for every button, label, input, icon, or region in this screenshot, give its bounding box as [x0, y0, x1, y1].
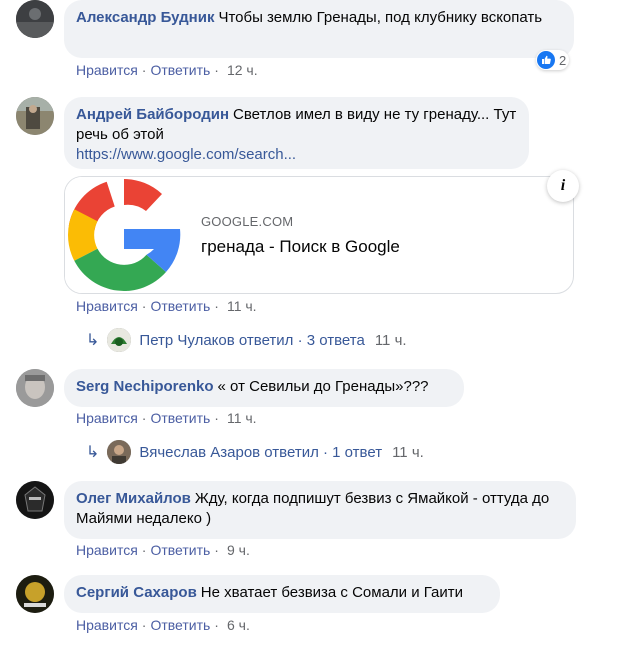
replies-time: 11 ч.	[392, 443, 424, 461]
comment-author[interactable]: Serg Nechiporenko	[76, 378, 214, 395]
separator: ·	[141, 298, 147, 314]
separator: ·	[141, 62, 147, 78]
separator: ·	[214, 298, 219, 314]
comment-bubble: Олег Михайлов Жду, когда подпишут безвиз …	[64, 481, 576, 539]
comment-author[interactable]: Александр Будник	[76, 9, 214, 26]
comment-time[interactable]: 12 ч.	[227, 62, 258, 78]
comment-actions: Нравится · Ответить · 11 ч.	[76, 298, 257, 314]
reaction-number: 2	[559, 52, 567, 68]
comment-author[interactable]: Сергий Сахаров	[76, 584, 197, 601]
avatar[interactable]	[16, 0, 54, 38]
comment-text: Не хватает безвиза с Сомали и Гаити	[200, 584, 464, 601]
comment-link[interactable]: https://www.google.com/search...	[76, 146, 296, 163]
comment-author[interactable]: Олег Михайлов	[76, 490, 191, 507]
reply-arrow-icon: ↳	[86, 332, 100, 349]
replies-text[interactable]: Вячеслав Азаров ответил · 1 ответ	[139, 444, 382, 461]
avatar	[107, 440, 132, 464]
link-preview-card[interactable]: GOOGLE.COM гренада - Поиск в Google	[64, 176, 574, 294]
comment-actions: Нравится · Ответить · 6 ч.	[76, 617, 250, 633]
comment-bubble: Сергий Сахаров Не хватает безвиза с Сомал…	[64, 575, 500, 613]
comment-time[interactable]: 11 ч.	[227, 410, 257, 426]
like-button[interactable]: Нравится	[76, 62, 138, 78]
avatar[interactable]	[16, 575, 54, 613]
reply-button[interactable]: Ответить	[150, 62, 210, 78]
replies-time: 11 ч.	[374, 331, 407, 349]
separator: ·	[214, 62, 219, 78]
preview-title[interactable]: гренада - Поиск в Google	[201, 237, 400, 257]
avatar[interactable]	[16, 97, 54, 135]
like-button[interactable]: Нравится	[76, 298, 138, 314]
comment-time[interactable]: 11 ч.	[227, 298, 257, 314]
reaction-count[interactable]: 2	[536, 50, 570, 70]
comment-text: Чтобы землю Гренады, под клубнику вскопа…	[218, 9, 543, 26]
avatar[interactable]	[16, 369, 54, 407]
reply-button[interactable]: Ответить	[150, 617, 210, 633]
comment-actions: Нравится · Ответить · 11 ч.	[76, 410, 257, 426]
comment-bubble: Андрей Байбородин Светлов имел в виду не …	[64, 97, 529, 169]
view-replies[interactable]: ↳ Петр Чулаков ответил · 3 ответа 11 ч.	[86, 328, 407, 352]
info-icon[interactable]: i	[547, 170, 579, 202]
view-replies[interactable]: ↳ Вячеслав Азаров ответил · 1 ответ 11 ч…	[86, 440, 424, 464]
comment-bubble: Александр Будник Чтобы землю Гренады, под…	[64, 0, 574, 58]
google-logo	[65, 177, 183, 293]
reply-button[interactable]: Ответить	[150, 542, 210, 558]
avatar[interactable]	[16, 481, 54, 519]
separator: ·	[214, 617, 219, 633]
like-button[interactable]: Нравится	[76, 542, 138, 558]
like-button[interactable]: Нравится	[76, 410, 138, 426]
replies-text[interactable]: Петр Чулаков ответил · 3 ответа	[139, 332, 364, 349]
comment-time[interactable]: 9 ч.	[227, 542, 250, 558]
comment-bubble: Serg Nechiporenko « от Севильи до Гренады…	[64, 369, 464, 407]
preview-domain: GOOGLE.COM	[201, 214, 294, 229]
like-icon	[537, 51, 555, 69]
comment-actions: Нравится · Ответить · 9 ч.	[76, 542, 250, 558]
reply-button[interactable]: Ответить	[150, 298, 210, 314]
separator: ·	[214, 410, 219, 426]
comment-text: « от Севильи до Гренады»???	[217, 378, 429, 395]
separator: ·	[141, 410, 147, 426]
reply-button[interactable]: Ответить	[150, 410, 210, 426]
reply-arrow-icon: ↳	[86, 444, 100, 461]
separator: ·	[214, 542, 219, 558]
avatar	[107, 328, 132, 352]
separator: ·	[141, 617, 147, 633]
comment-actions: Нравится · Ответить · 12 ч.	[76, 62, 258, 78]
comment-time[interactable]: 6 ч.	[227, 617, 250, 633]
separator: ·	[141, 542, 147, 558]
like-button[interactable]: Нравится	[76, 617, 138, 633]
comment-author[interactable]: Андрей Байбородин	[76, 106, 229, 123]
